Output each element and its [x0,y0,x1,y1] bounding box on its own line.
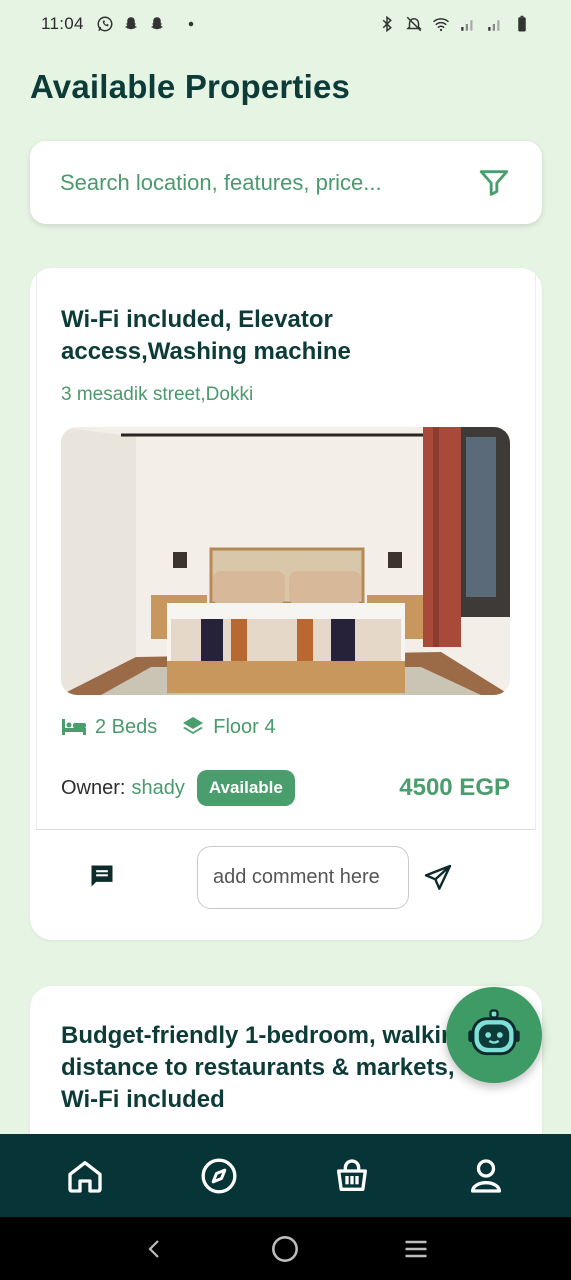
property-title: Wi-Fi included, Elevator access,Washing … [61,304,501,368]
property-title-line: Wi-Fi included, Elevator [61,306,333,333]
user-icon [471,1158,502,1193]
home-icon [68,1160,102,1193]
beds-feature: 2 Beds [61,716,157,739]
whatsapp-icon [97,16,113,32]
battery-icon [518,15,526,32]
signal-icon [461,20,473,31]
chatbot-button[interactable] [446,987,542,1083]
owner-label: Owner: [61,776,126,799]
property-photo[interactable] [61,427,510,695]
comment-icon [91,865,113,887]
filter-icon [479,169,509,196]
snapchat-icon [150,17,163,30]
status-time: 11:04 [41,14,84,33]
beds-count: 2 Beds [95,715,158,738]
layers-icon [183,717,204,734]
comment-input[interactable] [197,846,409,909]
signal-icon [488,20,500,31]
property-address: 3 mesadik street,Dokki [61,384,254,405]
nav-home[interactable] [55,1146,115,1206]
floor-number: Floor 4 [213,715,276,738]
status-badge: Available [196,770,295,806]
status-bar: 11:04 [0,0,571,48]
dot-icon [188,21,194,27]
nav-basket[interactable] [322,1146,382,1206]
comments-button[interactable] [88,862,116,890]
property-title-line: access,Washing machine [61,338,351,365]
snapchat-icon [124,17,137,30]
robot-icon [468,1009,520,1056]
compass-icon [201,1158,237,1193]
basket-icon [337,1158,368,1191]
send-icon [424,864,452,890]
circle-home-icon [272,1235,299,1262]
owner-row: Owner: shady Available 4500 EGP [61,768,510,808]
back-button[interactable] [135,1229,175,1269]
system-navigation [0,1217,571,1280]
comment-row [30,830,542,940]
bottom-navigation [0,1134,571,1217]
wifi-icon [433,18,449,32]
back-icon [148,1239,159,1258]
mute-icon [406,16,422,32]
bed-icon [62,719,86,735]
property-features: 2 Beds Floor 4 [61,715,276,739]
floor-feature: Floor 4 [181,715,276,739]
search-input[interactable] [60,169,476,196]
search-bar [30,141,542,224]
page-title: Available Properties [30,68,351,105]
menu-icon [405,1240,427,1257]
bluetooth-icon [382,15,392,33]
home-system-button[interactable] [265,1229,305,1269]
nav-explore[interactable] [189,1146,249,1206]
bedroom-image [61,427,510,695]
property-price: 4500 EGP [399,774,510,801]
recents-button[interactable] [396,1229,436,1269]
filter-button[interactable] [476,165,512,201]
property-card[interactable]: Wi-Fi included, Elevator access,Washing … [30,268,542,940]
property-title-line: Wi-Fi included [61,1086,225,1113]
send-button[interactable] [422,862,454,894]
nav-profile[interactable] [456,1146,516,1206]
owner-name[interactable]: shady [131,777,184,800]
